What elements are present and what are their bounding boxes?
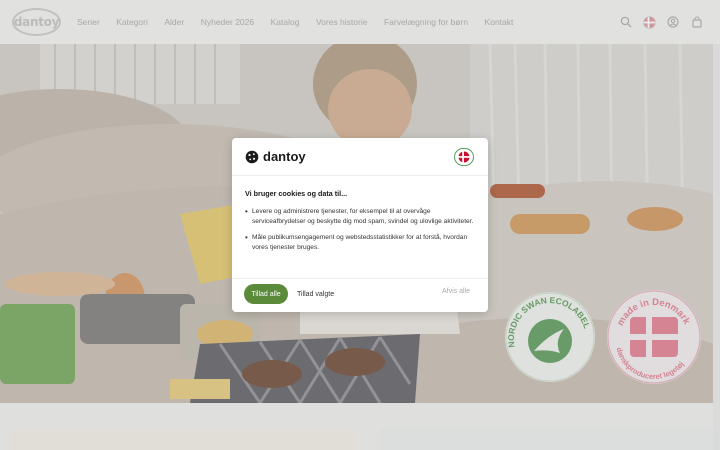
reject-all-button[interactable]: Afvis alle: [442, 288, 470, 295]
cookie-purpose-item: Levere og administrere tjenester, for ek…: [245, 207, 477, 228]
cookie-dialog-header: dantoy: [232, 138, 488, 176]
cookie-dialog-brand: dantoy: [263, 149, 306, 164]
allow-selected-button[interactable]: Tillad valgte: [297, 284, 334, 304]
cookie-icon: [245, 150, 259, 164]
cookie-purpose-item: Måle publikumsengagement og webstedsstat…: [245, 233, 477, 254]
dialog-divider: [232, 278, 488, 279]
cookie-purpose-list: Levere og administrere tjenester, for ek…: [245, 207, 477, 258]
cookie-dialog-title: Vi bruger cookies og data til...: [245, 189, 348, 198]
accept-all-button[interactable]: Tillad alle: [244, 284, 288, 304]
danish-flag-icon: [458, 151, 470, 163]
cookie-consent-dialog: dantoy Vi bruger cookies og data til... …: [232, 138, 488, 312]
language-selector-button[interactable]: [454, 148, 474, 166]
